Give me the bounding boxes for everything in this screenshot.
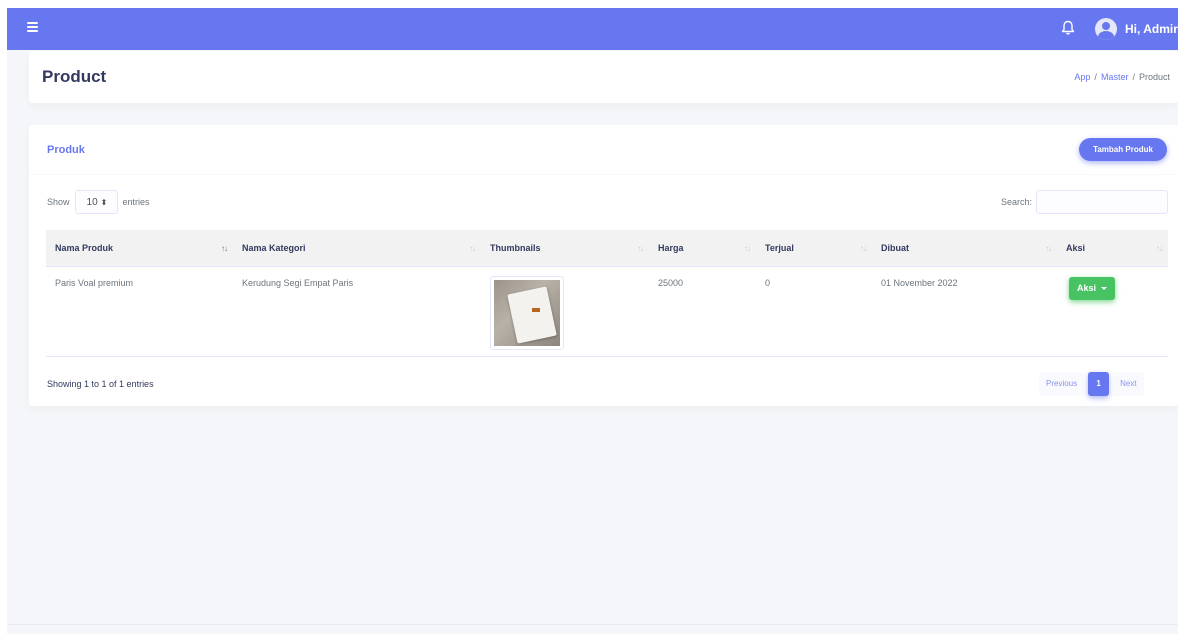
breadcrumb: App / Master / Product [1074, 72, 1170, 82]
cell-terjual: 0 [756, 266, 872, 357]
section-header: Product App / Master / Product [29, 51, 1178, 103]
pagination-next[interactable]: Next [1113, 372, 1144, 396]
avatar-icon [1095, 18, 1117, 40]
column-header-nama-produk[interactable]: Nama Produk ↑↓ [46, 230, 233, 267]
hamburger-menu-icon[interactable] [27, 22, 38, 32]
cell-nama-kategori: Kerudung Segi Empat Paris [233, 266, 481, 357]
column-header-terjual[interactable]: Terjual ↑↓ [756, 230, 872, 267]
bell-icon[interactable] [1061, 20, 1075, 36]
top-navbar: Hi, Admin [7, 8, 1178, 50]
sort-icon: ↑↓ [637, 244, 644, 253]
card-title: Produk [47, 144, 85, 156]
footer-divider [7, 624, 1178, 625]
sort-icon: ↑↓ [744, 244, 751, 253]
cell-nama-produk: Paris Voal premium [46, 266, 233, 357]
table-row: Paris Voal premium Kerudung Segi Empat P… [46, 266, 1168, 357]
entries-label: entries [122, 197, 150, 207]
cell-aksi: Aksi [1057, 266, 1168, 357]
user-dropdown[interactable]: Hi, Admin [1095, 15, 1178, 43]
cell-dibuat: 01 November 2022 [872, 266, 1057, 357]
sort-icon: ↑↓ [469, 244, 476, 253]
entries-length-control: Show 10 ⬍ entries [47, 190, 150, 214]
column-header-dibuat[interactable]: Dibuat ↑↓ [872, 230, 1057, 267]
column-header-aksi[interactable]: Aksi ↑↓ [1057, 230, 1168, 267]
search-input[interactable] [1036, 190, 1169, 214]
product-thumbnail-image[interactable] [490, 275, 564, 350]
sort-icon: ↑↓ [1045, 244, 1052, 253]
table-header-row: Nama Produk ↑↓ Nama Kategori ↑↓ Thumbnails… [46, 230, 1168, 267]
column-header-nama-kategori[interactable]: Nama Kategori ↑↓ [233, 230, 481, 267]
add-product-button[interactable]: Tambah Produk [1079, 138, 1167, 161]
column-header-thumbnails[interactable]: Thumbnails ↑↓ [481, 230, 649, 267]
page-length-value: 10 [86, 196, 98, 208]
product-table: Nama Produk ↑↓ Nama Kategori ↑↓ Thumbnails… [46, 230, 1168, 357]
breadcrumb-current: Product [1138, 72, 1170, 82]
caret-down-icon [1101, 286, 1108, 290]
app-shell: Hi, Admin Product App / Master / Product… [7, 8, 1178, 634]
sort-icon: ↑↓ [221, 244, 228, 253]
breadcrumb-separator: / [1132, 72, 1135, 82]
breadcrumb-master[interactable]: Master [1101, 72, 1129, 82]
show-label: Show [47, 197, 70, 207]
sort-arrows-icon: ⬍ [100, 197, 108, 207]
aksi-dropdown-button[interactable]: Aksi [1069, 276, 1116, 300]
pagination-previous[interactable]: Previous [1039, 372, 1085, 396]
breadcrumb-separator: / [1094, 72, 1097, 82]
column-header-harga[interactable]: Harga ↑↓ [649, 230, 756, 267]
aksi-label: Aksi [1077, 283, 1097, 293]
sort-icon: ↑↓ [1156, 244, 1163, 253]
search-control: Search: [1001, 190, 1169, 214]
page-length-select[interactable]: 10 ⬍ [74, 190, 118, 214]
table-info: Showing 1 to 1 of 1 entries [47, 379, 154, 389]
pagination-page-1[interactable]: 1 [1088, 372, 1110, 396]
pagination: Previous 1 Next [1039, 372, 1144, 396]
user-greeting: Hi, Admin [1125, 22, 1178, 36]
card-header: Produk Tambah Produk [29, 125, 1178, 175]
page-title: Product [42, 67, 107, 86]
sort-icon: ↑↓ [860, 244, 867, 253]
search-label: Search: [1001, 197, 1033, 207]
cell-harga: 25000 [649, 266, 756, 357]
breadcrumb-app[interactable]: App [1074, 72, 1090, 82]
product-card: Produk Tambah Produk Show 10 ⬍ entries S… [29, 125, 1178, 406]
cell-thumbnail [481, 266, 649, 357]
